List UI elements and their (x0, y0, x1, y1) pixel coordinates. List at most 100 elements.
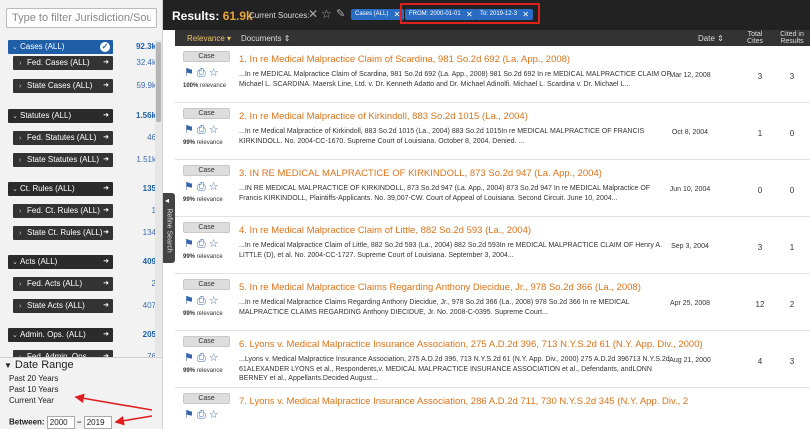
result-title-link[interactable]: 3. IN RE MEDICAL MALPRACTICE OF KIRKINDO… (239, 168, 602, 179)
category-button[interactable]: ⌄ Cases (ALL) ✓ (8, 40, 113, 54)
sort-relevance[interactable]: Relevance ▾ (187, 34, 231, 43)
close-icon[interactable]: ✕ (308, 7, 318, 21)
arrow-right-icon[interactable]: ➜ (103, 182, 109, 196)
result-cited-in-results[interactable]: 0 (779, 186, 805, 195)
star-icon[interactable]: ☆ (209, 295, 222, 307)
category-button[interactable]: › Fed. Acts (ALL) ➜ (13, 277, 113, 291)
category-row[interactable]: › Fed. Statutes (ALL) ➜ 46 (8, 131, 155, 145)
arrow-right-icon[interactable]: ➜ (103, 299, 109, 313)
print-icon[interactable]: ⎙ (197, 67, 209, 79)
sort-date[interactable]: Date ⇕ (698, 34, 724, 43)
result-total-cites[interactable]: 4 (745, 357, 775, 366)
category-button[interactable]: ›Fed. Admin. Ops.➜ (13, 350, 113, 357)
category-row[interactable]: ⌄ Acts (ALL) ➜ 409 (8, 255, 155, 269)
result-total-cites[interactable]: 1 (745, 129, 775, 138)
flag-icon[interactable]: ⚑ (184, 67, 197, 79)
result-title-link[interactable]: 1. In re Medical Malpractice Claim of Sc… (239, 54, 570, 65)
star-icon[interactable]: ☆ (209, 67, 222, 79)
sidebar-scrollbar[interactable] (155, 40, 162, 356)
category-button[interactable]: ⌄ Acts (ALL) ➜ (8, 255, 113, 269)
print-icon[interactable]: ⎙ (197, 352, 209, 364)
category-count[interactable]: 76 (147, 350, 155, 357)
to-year-input[interactable]: 2019 (83, 416, 112, 429)
jurisdiction-filter-input[interactable] (6, 8, 157, 28)
star-icon[interactable]: ☆ (209, 409, 222, 421)
category-row[interactable]: ⌄ Admin. Ops. (ALL) ➜ 205 (8, 328, 155, 342)
category-count[interactable]: 32.4k (136, 56, 155, 70)
category-count[interactable]: 407 (143, 299, 155, 313)
sort-cited-in-results[interactable]: Cited in Results (777, 31, 807, 45)
star-icon[interactable]: ☆ (321, 7, 332, 21)
date-option-current-year[interactable]: Current Year (0, 395, 162, 406)
flag-icon[interactable]: ⚑ (184, 124, 197, 136)
category-button[interactable]: ⌄ Ct. Rules (ALL) ➜ (8, 182, 113, 196)
category-row[interactable]: ›Fed. Ct. Rules (ALL)➜1 (8, 204, 155, 218)
category-count[interactable]: 1.56k (136, 109, 155, 123)
flag-icon[interactable]: ⚑ (184, 409, 197, 421)
source-chip-cases[interactable]: Cases (ALL) ✕ (351, 9, 405, 20)
category-button[interactable]: › State Cases (ALL) ➜ (13, 79, 113, 93)
arrow-right-icon[interactable]: ➜ (103, 56, 109, 70)
category-button[interactable]: › Fed. Cases (ALL) ➜ (13, 56, 113, 70)
sort-documents[interactable]: Documents ⇕ (241, 34, 290, 43)
sidebar-scroll-thumb[interactable] (156, 42, 161, 122)
result-cited-in-results[interactable]: 2 (779, 300, 805, 309)
category-row[interactable]: ›Fed. Admin. Ops.➜ 76 (8, 350, 155, 357)
sort-total-cites[interactable]: Total Cites (740, 31, 770, 45)
flag-icon[interactable]: ⚑ (184, 352, 197, 364)
print-icon[interactable]: ⎙ (197, 238, 209, 250)
category-button[interactable]: › Fed. Ct. Rules (ALL) ➜ (13, 204, 113, 218)
category-count[interactable]: 46 (147, 131, 155, 145)
result-cited-in-results[interactable]: 0 (779, 129, 805, 138)
category-count[interactable]: 205 (143, 328, 155, 342)
flag-icon[interactable]: ⚑ (184, 238, 197, 250)
arrow-right-icon[interactable]: ➜ (103, 277, 109, 291)
result-title-link[interactable]: 7. Lyons v. Medical Malpractice Insuranc… (239, 396, 688, 407)
category-row[interactable]: › State Statutes (ALL) ➜ 1.51k (8, 153, 155, 167)
result-total-cites[interactable]: 3 (745, 243, 775, 252)
arrow-right-icon[interactable]: ➜ (103, 204, 109, 218)
date-option-10-years[interactable]: Past 10 Years (0, 384, 162, 395)
arrow-right-icon[interactable]: ➜ (103, 328, 109, 342)
arrow-right-icon[interactable]: ➜ (103, 153, 109, 167)
result-title-link[interactable]: 4. In re Medical Malpractice Claim of Li… (239, 225, 531, 236)
category-button[interactable]: › State Acts (ALL) ➜ (13, 299, 113, 313)
category-row[interactable]: ⌄ Statutes (ALL) ➜ 1.56k (8, 109, 155, 123)
category-button[interactable]: ⌄ Admin. Ops. (ALL) ➜ (8, 328, 113, 342)
result-title-link[interactable]: 2. In re Medical Malpractice of Kirkindo… (239, 111, 528, 122)
category-row[interactable]: ⌄ Cases (ALL) ✓ 92.3k (8, 40, 155, 54)
star-icon[interactable]: ☆ (209, 124, 222, 136)
result-title-link[interactable]: 6. Lyons v. Medical Malpractice Insuranc… (239, 339, 703, 350)
category-count[interactable]: 92.3k (136, 40, 155, 54)
arrow-right-icon[interactable]: ➜ (103, 109, 109, 123)
category-row[interactable]: › State Ct. Rules (ALL) ➜ 134 (8, 226, 155, 240)
arrow-right-icon[interactable]: ➜ (103, 255, 109, 269)
category-count[interactable]: 409 (143, 255, 155, 269)
date-range-header[interactable]: ▼ Date Range (0, 358, 162, 373)
category-button[interactable]: ⌄ Statutes (ALL) ➜ (8, 109, 113, 123)
category-count[interactable]: 59.9k (136, 79, 155, 93)
category-row[interactable]: › State Cases (ALL) ➜ 59.9k (8, 79, 155, 93)
star-icon[interactable]: ☆ (209, 181, 222, 193)
category-button[interactable]: › State Ct. Rules (ALL) ➜ (13, 226, 113, 240)
arrow-right-icon[interactable]: ➜ (103, 131, 109, 145)
flag-icon[interactable]: ⚑ (184, 181, 197, 193)
category-button[interactable]: › State Statutes (ALL) ➜ (13, 153, 113, 167)
arrow-right-icon[interactable]: ➜ (103, 226, 109, 240)
category-count[interactable]: 1.51k (136, 153, 155, 167)
result-total-cites[interactable]: 0 (745, 186, 775, 195)
result-total-cites[interactable]: 12 (745, 300, 775, 309)
print-icon[interactable]: ⎙ (197, 181, 209, 193)
star-icon[interactable]: ☆ (209, 238, 222, 250)
result-title-link[interactable]: 5. In re Medical Malpractice Claims Rega… (239, 282, 641, 293)
date-option-20-years[interactable]: Past 20 Years (0, 373, 162, 384)
category-button[interactable]: › Fed. Statutes (ALL) ➜ (13, 131, 113, 145)
print-icon[interactable]: ⎙ (197, 124, 209, 136)
result-total-cites[interactable]: 3 (745, 72, 775, 81)
flag-icon[interactable]: ⚑ (184, 295, 197, 307)
star-icon[interactable]: ☆ (209, 352, 222, 364)
from-year-input[interactable]: 2000 (46, 416, 75, 429)
print-icon[interactable]: ⎙ (197, 295, 209, 307)
arrow-right-icon[interactable]: ➜ (103, 79, 109, 93)
pencil-icon[interactable]: ✎ (336, 7, 345, 20)
